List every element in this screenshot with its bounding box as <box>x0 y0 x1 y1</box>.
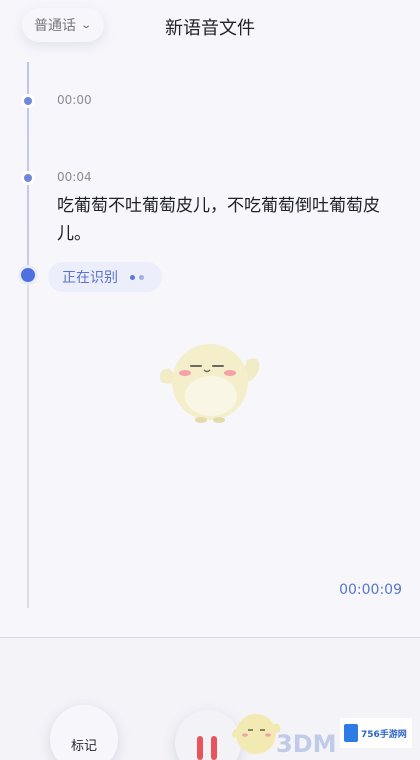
status-label: 正在识别 <box>62 270 118 286</box>
watermark-badge-text: 756手游网 <box>361 729 407 740</box>
recording-screen: 普通话 ⌄ 新语音文件 00:00 00:04 吃葡萄不吐葡萄皮儿，不吃葡萄倒吐… <box>0 0 420 760</box>
pause-icon <box>197 736 203 760</box>
recognizing-status: 正在识别 <box>48 262 162 292</box>
current-position-marker <box>21 268 35 282</box>
timeline-marker <box>24 97 32 105</box>
loading-dots-icon <box>130 274 144 280</box>
watermark-text: 3DM <box>276 730 337 758</box>
elapsed-time: 00:00:09 <box>339 582 402 598</box>
mark-label: 标记 <box>70 739 97 754</box>
site-logo-icon <box>344 724 358 742</box>
timeline-marker <box>24 174 32 182</box>
timeline-track <box>27 62 29 608</box>
page-title: 新语音文件 <box>165 18 255 39</box>
timestamp-label: 00:04 <box>57 170 92 184</box>
mascot-illustration <box>160 344 260 423</box>
timestamp-label: 00:00 <box>57 93 92 107</box>
transcript-text: 吃葡萄不吐葡萄皮儿，不吃葡萄倒吐葡萄皮儿。 <box>57 196 380 244</box>
watermark-badge: 756手游网 <box>340 718 412 748</box>
